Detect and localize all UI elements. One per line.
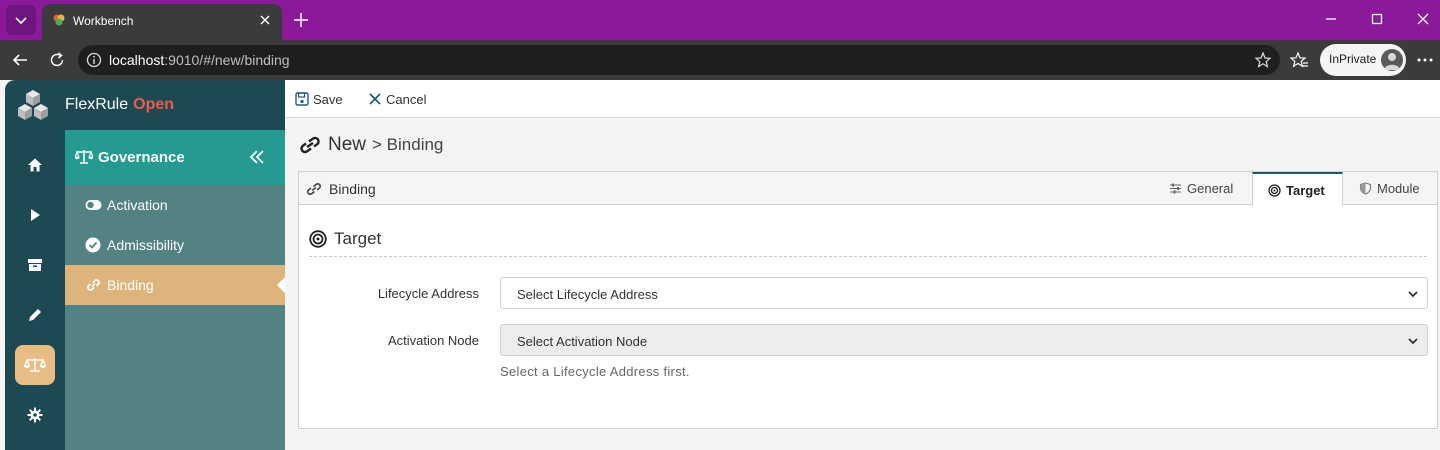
select-value: Select Activation Node — [517, 334, 648, 349]
submenu-item-admissibility[interactable]: Admissibility — [65, 225, 285, 265]
rail-item-archive[interactable] — [5, 245, 65, 285]
page-title-sub: > Binding — [372, 135, 444, 154]
logo-icon — [18, 90, 48, 120]
binding-panel: Binding General Target Module Target Lif… — [298, 171, 1438, 429]
chevron-down-icon — [15, 17, 27, 25]
close-icon — [369, 93, 381, 105]
refresh-icon[interactable] — [48, 51, 66, 69]
info-icon[interactable] — [86, 52, 102, 68]
archive-icon — [28, 259, 42, 271]
rail-item-governance[interactable] — [5, 345, 65, 385]
select-value: Select Lifecycle Address — [517, 287, 658, 302]
favorites-icon[interactable] — [1290, 51, 1308, 69]
save-button[interactable]: Save — [295, 90, 343, 108]
governance-submenu: Governance Activation Admissibility Bind… — [65, 130, 285, 450]
tab-label: Target — [1286, 182, 1325, 198]
url-bar[interactable]: localhost:9010/#/new/binding — [78, 45, 1280, 75]
activation-node-label: Activation Node — [387, 333, 479, 348]
star-icon[interactable] — [1254, 51, 1272, 69]
shield-icon — [1359, 182, 1372, 195]
rail-item-run[interactable] — [5, 195, 65, 235]
toolbar: Save Cancel — [285, 80, 1440, 118]
browser-tab[interactable]: Workbench — [42, 4, 282, 40]
scale-icon — [75, 150, 93, 164]
chevron-down-icon — [1408, 291, 1418, 298]
section-title: Target — [309, 228, 381, 250]
submenu-item-activation[interactable]: Activation — [65, 185, 285, 225]
inprivate-button[interactable]: InPrivate — [1320, 44, 1406, 76]
tab-label: Module — [1377, 181, 1420, 196]
double-chevron-left-icon[interactable] — [249, 149, 265, 165]
submenu-title: Governance — [98, 149, 185, 166]
check-circle-icon — [85, 237, 101, 253]
toggle-icon — [85, 200, 102, 210]
minimize-icon[interactable] — [1324, 12, 1338, 26]
maximize-icon[interactable] — [1370, 12, 1384, 26]
inprivate-label: InPrivate — [1329, 52, 1377, 66]
pencil-icon — [29, 309, 41, 321]
cancel-label: Cancel — [386, 91, 427, 107]
target-icon — [309, 230, 327, 248]
url-text: localhost:9010/#/new/binding — [109, 52, 290, 68]
app-header: FlexRule Open — [5, 80, 285, 130]
lifecycle-address-label: Lifecycle Address — [377, 286, 479, 301]
browser-tabbar: Workbench — [0, 0, 1440, 40]
submenu-header: Governance — [65, 130, 285, 185]
target-icon — [1268, 183, 1281, 197]
rail-item-edit[interactable] — [5, 295, 65, 335]
new-tab-icon[interactable] — [292, 11, 310, 29]
browser-addressbar: localhost:9010/#/new/binding InPrivate — [0, 40, 1440, 80]
rail-item-home[interactable] — [5, 145, 65, 185]
page-title: New > Binding — [298, 132, 443, 158]
submenu-item-label: Binding — [107, 277, 154, 293]
scale-icon — [24, 358, 46, 372]
activation-node-select[interactable]: Select Activation Node — [500, 324, 1428, 356]
rail-active-pill — [15, 345, 55, 385]
submenu-item-label: Admissibility — [107, 237, 185, 253]
submenu-item-label: Activation — [107, 197, 168, 213]
link-icon — [307, 183, 321, 195]
panel-header: Binding General Target Module — [299, 172, 1437, 206]
close-icon[interactable] — [258, 13, 272, 27]
section-divider — [309, 256, 1427, 257]
cancel-button[interactable]: Cancel — [368, 90, 426, 108]
link-icon — [87, 279, 100, 291]
tab-module[interactable]: Module — [1359, 172, 1437, 205]
avatar — [1381, 49, 1403, 71]
link-icon — [300, 136, 320, 154]
tab-actions-button[interactable] — [6, 5, 36, 35]
tab-title: Workbench — [73, 14, 134, 28]
back-arrow-icon[interactable] — [11, 51, 29, 69]
tab-target[interactable]: Target — [1252, 172, 1343, 206]
sliders-icon — [1170, 183, 1181, 194]
rail-item-settings[interactable] — [5, 395, 65, 435]
help-text: Select a Lifecycle Address first. — [500, 364, 690, 379]
lifecycle-address-select[interactable]: Select Lifecycle Address — [500, 277, 1428, 309]
tab-general[interactable]: General — [1169, 172, 1251, 205]
gear-icon — [27, 407, 43, 423]
save-label: Save — [313, 91, 343, 107]
more-icon[interactable] — [1416, 51, 1434, 69]
brand-title: FlexRule Open — [65, 96, 175, 113]
chevron-down-icon — [1408, 338, 1418, 345]
panel-header-label: Binding — [329, 181, 376, 197]
submenu-item-binding[interactable]: Binding — [65, 265, 285, 305]
section-title-text: Target — [334, 229, 382, 248]
favicon-icon — [53, 14, 65, 26]
tab-label: General — [1187, 181, 1234, 196]
user-icon — [1384, 53, 1400, 70]
window-close-icon[interactable] — [1416, 12, 1430, 26]
page-title-main: New — [328, 134, 367, 155]
home-icon — [28, 158, 42, 172]
nav-rail — [5, 130, 65, 450]
play-icon — [31, 209, 40, 221]
floppy-disk-icon — [295, 92, 309, 106]
